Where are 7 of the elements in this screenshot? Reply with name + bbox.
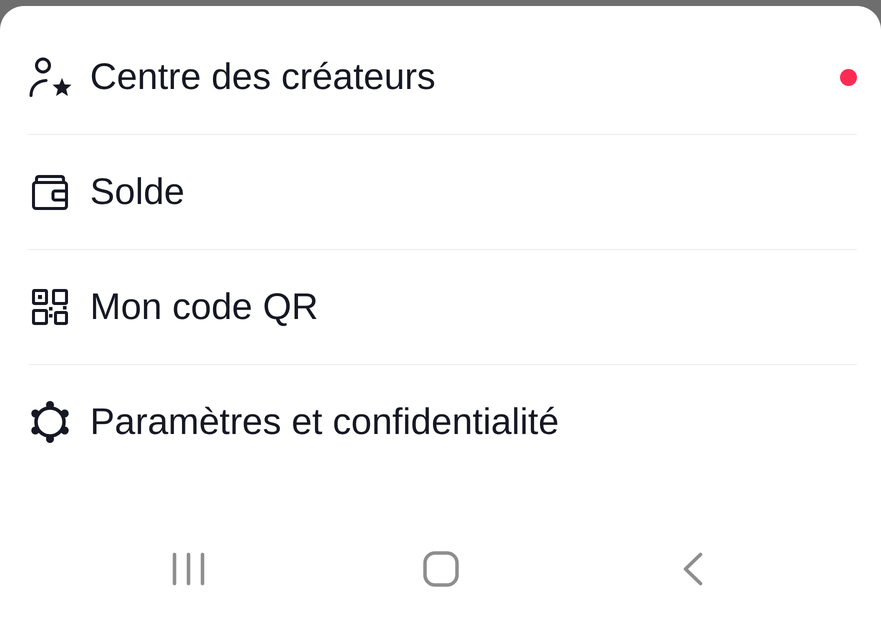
person-star-icon [28, 57, 72, 97]
recents-icon[interactable] [172, 552, 205, 586]
qr-code-icon [32, 289, 68, 325]
settings-icon [29, 401, 71, 443]
wallet-icon [32, 174, 68, 210]
home-icon[interactable] [422, 551, 458, 587]
back-icon[interactable] [682, 552, 702, 586]
